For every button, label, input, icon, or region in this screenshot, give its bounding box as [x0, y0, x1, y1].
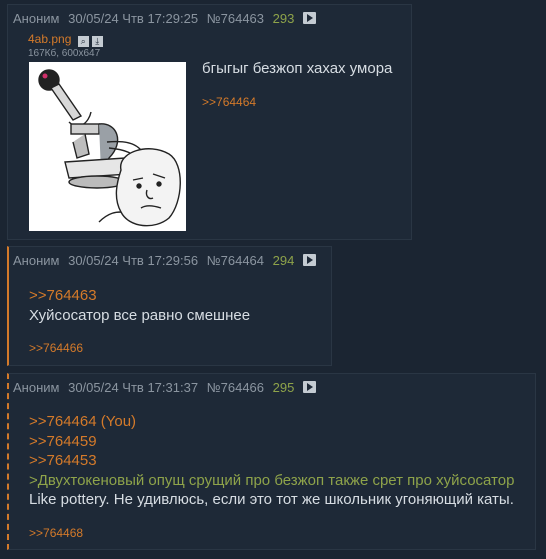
quote-link[interactable]: >>764453 [29, 452, 97, 469]
file-meta: 167Кб, 600x647 [28, 48, 101, 59]
post-date: 30/05/24 Чтв 17:29:25 [68, 11, 199, 26]
post-number: 294 [272, 253, 295, 268]
post-764464: Аноним 30/05/24 Чтв 17:29:56 №764464 294… [7, 246, 332, 366]
post-header: Аноним 30/05/24 Чтв 17:29:25 №764463 293 [13, 11, 321, 26]
reply-link[interactable]: >>764468 [29, 526, 83, 540]
quote-link-you[interactable]: >>764464 (You) [29, 413, 136, 430]
post-764463: Аноним 30/05/24 Чтв 17:29:25 №764463 293… [7, 4, 412, 240]
post-message: Like pottery. Не удивлюсь, если это тот … [29, 491, 514, 508]
post-number: 293 [272, 11, 295, 26]
post-id-link[interactable]: №764463 [207, 11, 264, 26]
reply-link[interactable]: >>764466 [29, 341, 83, 355]
quote-link[interactable]: >>764463 [29, 287, 97, 304]
post-header: Аноним 30/05/24 Чтв 17:29:56 №764464 294 [13, 253, 321, 268]
post-date: 30/05/24 Чтв 17:29:56 [68, 253, 199, 268]
image-thumbnail[interactable] [29, 62, 186, 231]
post-id-link[interactable]: №764466 [207, 380, 264, 395]
post-message: бгыгыг безжоп хахах умора [202, 60, 393, 77]
post-menu-icon[interactable] [302, 381, 316, 393]
search-icon[interactable]: ⌕ [77, 36, 89, 47]
post-date: 30/05/24 Чтв 17:31:37 [68, 380, 199, 395]
file-info: 4ab.png ⌕ ⤓ [28, 32, 103, 47]
download-icon[interactable]: ⤓ [91, 36, 103, 47]
post-id-link[interactable]: №764464 [207, 253, 264, 268]
post-menu-icon[interactable] [302, 254, 316, 266]
reply-link[interactable]: >>764464 [202, 95, 256, 109]
post-author: Аноним [13, 380, 60, 395]
post-message: Хуйсосатор все равно смешнее [29, 307, 251, 324]
post-menu-icon[interactable] [302, 12, 316, 24]
post-author: Аноним [13, 253, 60, 268]
greentext-line: >Двухтокеновый опущ срущий про безжоп та… [29, 472, 515, 489]
file-name-link[interactable]: 4ab.png [28, 32, 71, 46]
post-764466: Аноним 30/05/24 Чтв 17:31:37 №764466 295… [7, 373, 536, 550]
post-author: Аноним [13, 11, 60, 26]
post-header: Аноним 30/05/24 Чтв 17:31:37 №764466 295 [13, 380, 321, 395]
post-number: 295 [272, 380, 295, 395]
quote-link[interactable]: >>764459 [29, 433, 97, 450]
